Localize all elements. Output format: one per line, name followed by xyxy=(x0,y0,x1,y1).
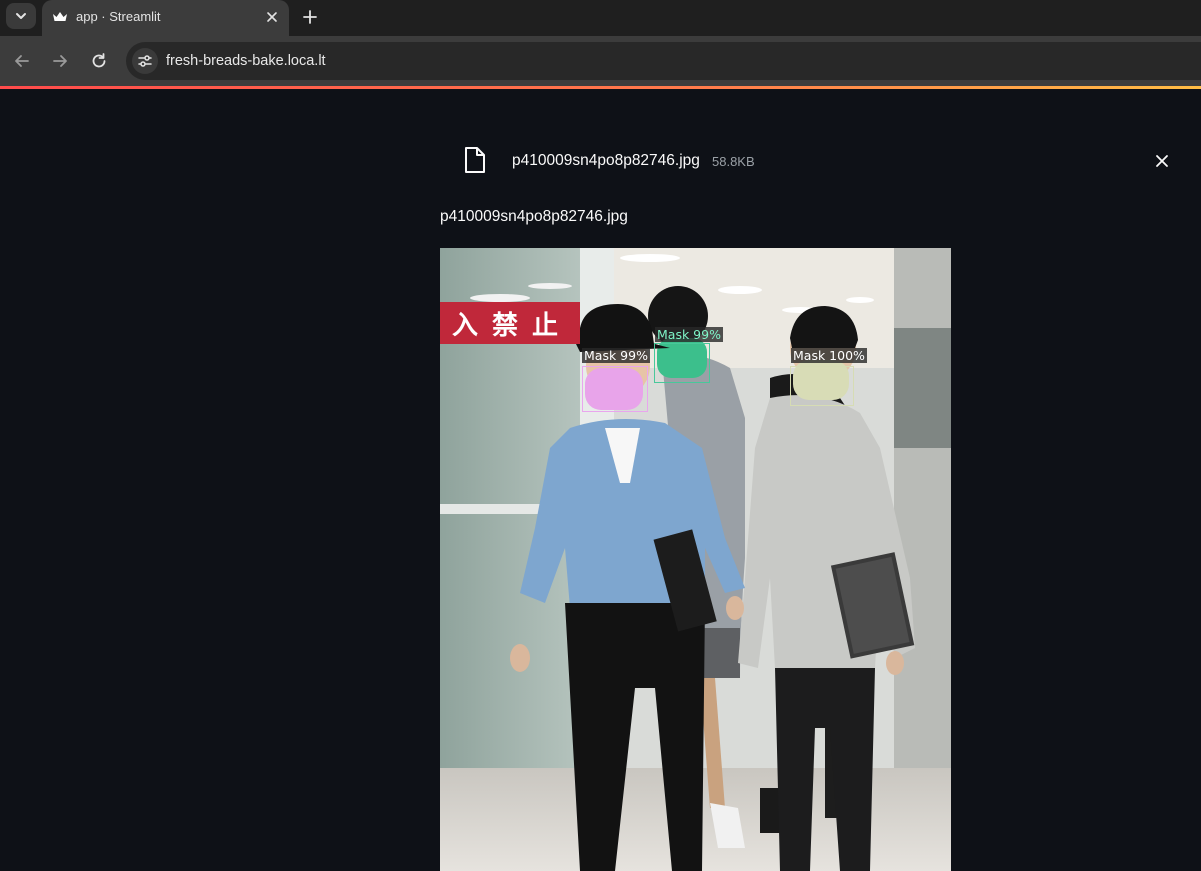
close-icon xyxy=(267,12,277,22)
remove-file-button[interactable] xyxy=(1150,149,1174,173)
close-icon xyxy=(1156,155,1168,167)
plus-icon xyxy=(303,10,317,24)
browser-tab-active[interactable]: app · Streamlit xyxy=(42,0,289,36)
sign-text: 入禁止 xyxy=(452,311,572,341)
detection-label-left: Mask 99% xyxy=(582,348,650,363)
new-tab-button[interactable] xyxy=(298,5,322,29)
tune-icon xyxy=(138,55,152,67)
detection-label-right: Mask 100% xyxy=(791,348,867,363)
uploaded-file-name: p410009sn4po8p82746.jpg xyxy=(512,152,700,169)
arrow-right-icon xyxy=(53,55,67,67)
detection-box-right xyxy=(790,366,854,406)
tab-search-button[interactable] xyxy=(6,3,36,29)
chevron-down-icon xyxy=(16,13,26,19)
uploaded-file-row: p410009sn4po8p82746.jpg 58.8KB xyxy=(440,139,1185,183)
uploaded-file-size: 58.8KB xyxy=(712,154,755,169)
detection-result-image: 入禁止 Mask 99% Mask 99% Mask 100% xyxy=(440,248,951,871)
tab-close-button[interactable] xyxy=(262,7,282,27)
detection-label-middle: Mask 99% xyxy=(655,327,723,342)
browser-toolbar: fresh-breads-bake.loca.lt xyxy=(0,36,1201,86)
detection-box-left xyxy=(582,366,648,412)
arrow-left-icon xyxy=(15,55,29,67)
address-bar[interactable]: fresh-breads-bake.loca.lt xyxy=(126,42,1201,80)
streamlit-crown-icon xyxy=(53,12,67,21)
detection-box-middle xyxy=(654,343,710,383)
back-button[interactable] xyxy=(10,49,34,73)
app-main: p410009sn4po8p82746.jpg 58.8KB p410009sn… xyxy=(0,89,1201,871)
file-icon xyxy=(465,147,485,173)
reload-icon xyxy=(92,53,106,68)
browser-tab-bar: app · Streamlit xyxy=(0,0,1201,36)
reload-button[interactable] xyxy=(87,49,111,73)
tab-title: app · Streamlit xyxy=(76,9,161,24)
image-caption: p410009sn4po8p82746.jpg xyxy=(440,208,628,225)
site-info-button[interactable] xyxy=(132,48,158,74)
url-text[interactable]: fresh-breads-bake.loca.lt xyxy=(166,53,326,69)
forward-button[interactable] xyxy=(48,49,72,73)
